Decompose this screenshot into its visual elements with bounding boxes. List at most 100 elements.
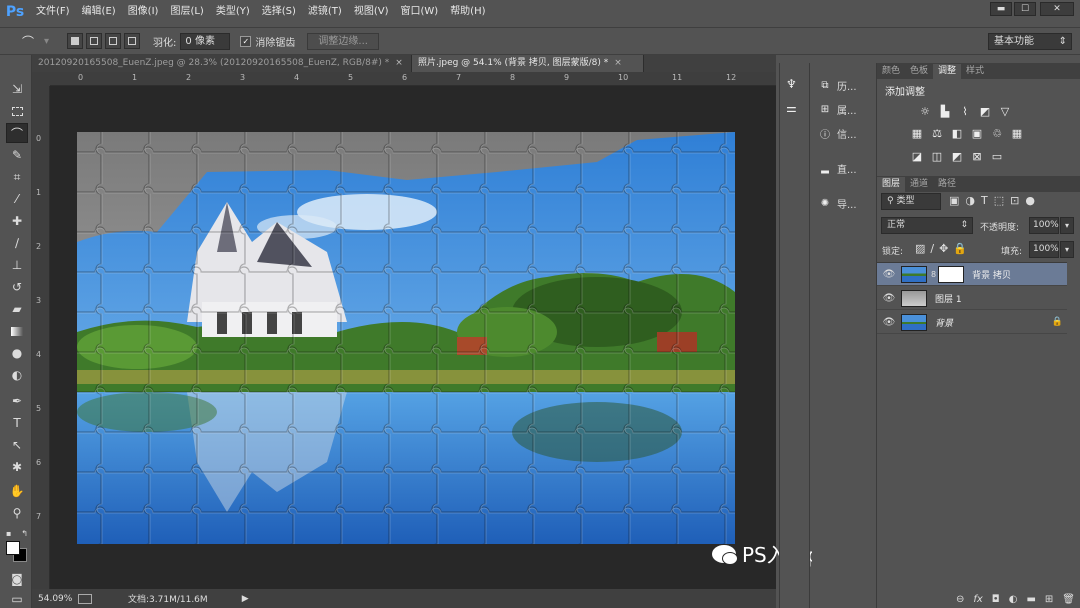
tab-channels[interactable]: 通道 bbox=[905, 177, 933, 192]
panel-history[interactable]: ⧉ 历... bbox=[818, 75, 856, 95]
brush-tool-icon[interactable]: ∕ bbox=[6, 233, 28, 253]
intersect-selection-button[interactable] bbox=[124, 33, 141, 49]
menu-view[interactable]: 视图(V) bbox=[348, 0, 395, 24]
channel-mixer-icon[interactable]: ♲ bbox=[987, 127, 1007, 143]
pen-tool-icon[interactable]: ✒ bbox=[6, 391, 28, 411]
preset-chevron-icon[interactable]: ▾ bbox=[44, 36, 49, 47]
document-canvas[interactable]: PS入门photoshop教程 bbox=[50, 86, 952, 589]
quick-mask-icon[interactable]: ◙ bbox=[6, 569, 28, 589]
black-white-icon[interactable]: ◧ bbox=[947, 127, 967, 143]
tab-document-1[interactable]: 20120920165508_EuenZ.jpeg @ 28.3% (20120… bbox=[32, 55, 412, 72]
lock-transparent-icon[interactable]: ▨ bbox=[915, 242, 930, 255]
eye-icon[interactable]: 👁 bbox=[877, 293, 901, 304]
healing-tool-icon[interactable]: ✚ bbox=[6, 211, 28, 231]
close-window-button[interactable]: ✕ bbox=[1040, 2, 1074, 16]
brush-settings-icon[interactable]: ⚌ bbox=[786, 101, 797, 115]
threshold-icon[interactable]: ◩ bbox=[947, 150, 967, 166]
posterize-icon[interactable]: ◫ bbox=[927, 150, 947, 166]
panel-histogram[interactable]: ▂ 直... bbox=[818, 158, 856, 178]
smart-filter-icon[interactable]: ⊡ bbox=[1010, 194, 1025, 207]
eye-icon[interactable]: 👁 bbox=[877, 317, 901, 328]
tab-paths[interactable]: 路径 bbox=[933, 177, 961, 192]
refine-edge-button[interactable]: 调整边缘... bbox=[307, 32, 379, 50]
filter-toggle-icon[interactable]: ● bbox=[1025, 194, 1041, 207]
history-brush-tool-icon[interactable]: ↺ bbox=[6, 277, 28, 297]
lock-image-icon[interactable]: ∕ bbox=[930, 242, 939, 255]
fill-slider-icon[interactable]: ▾ bbox=[1060, 241, 1074, 258]
menu-filter[interactable]: 滤镜(T) bbox=[302, 0, 348, 24]
status-icon[interactable] bbox=[78, 593, 92, 604]
move-tool-icon[interactable]: ⇲ bbox=[6, 79, 28, 99]
zoom-tool-icon[interactable]: ⚲ bbox=[6, 503, 28, 523]
tab-document-2[interactable]: 照片.jpeg @ 54.1% (背景 拷贝, 图层蒙版/8) * × bbox=[412, 55, 644, 72]
lock-position-icon[interactable]: ✥ bbox=[939, 242, 953, 255]
new-group-icon[interactable]: ▬ bbox=[1026, 594, 1035, 605]
tab-layers[interactable]: 图层 bbox=[877, 177, 906, 192]
exposure-icon[interactable]: ◩ bbox=[975, 105, 995, 121]
pixel-filter-icon[interactable]: ▣ bbox=[949, 194, 965, 207]
menu-select[interactable]: 选择(S) bbox=[256, 0, 302, 24]
curves-icon[interactable]: ⌇ bbox=[955, 105, 975, 121]
lasso-tool-icon[interactable]: ⌒ bbox=[6, 123, 28, 143]
feather-input[interactable]: 0 像素 bbox=[180, 32, 231, 50]
panel-info[interactable]: ⓘ 信... bbox=[818, 123, 857, 143]
close-icon[interactable]: × bbox=[395, 58, 403, 68]
path-select-tool-icon[interactable]: ↖ bbox=[6, 435, 28, 455]
shape-filter-icon[interactable]: ⬚ bbox=[994, 194, 1010, 207]
tool-presets-icon[interactable]: ♆ bbox=[786, 77, 797, 91]
kind-filter-select[interactable]: ⚲ 类型 bbox=[881, 193, 941, 210]
menu-help[interactable]: 帮助(H) bbox=[444, 0, 491, 24]
trash-icon[interactable]: 🗑 bbox=[1062, 594, 1075, 605]
shape-tool-icon[interactable]: ✱ bbox=[6, 457, 28, 477]
new-adjustment-icon[interactable]: ◐ bbox=[1009, 594, 1018, 605]
gradient-tool-icon[interactable] bbox=[6, 321, 28, 341]
menu-layer[interactable]: 图层(L) bbox=[164, 0, 209, 24]
photo-filter-icon[interactable]: ▣ bbox=[967, 127, 987, 143]
screen-mode-icon[interactable]: ▭ bbox=[6, 589, 28, 608]
close-icon[interactable]: × bbox=[614, 58, 622, 68]
hue-saturation-icon[interactable]: ▦ bbox=[907, 127, 927, 143]
crop-tool-icon[interactable]: ⌗ bbox=[6, 167, 28, 187]
menu-file[interactable]: 文件(F) bbox=[30, 0, 76, 24]
layer-name[interactable]: 背景 bbox=[935, 316, 953, 329]
tab-swatches[interactable]: 色板 bbox=[905, 64, 933, 79]
foreground-color-swatch[interactable] bbox=[6, 541, 20, 555]
layer-mask-thumbnail[interactable] bbox=[938, 265, 965, 283]
quick-select-tool-icon[interactable]: ✎ bbox=[6, 145, 28, 165]
type-tool-icon[interactable]: T bbox=[6, 413, 28, 433]
subtract-selection-button[interactable] bbox=[105, 33, 122, 49]
opacity-input[interactable]: 100% bbox=[1029, 217, 1059, 234]
eraser-tool-icon[interactable]: ▰ bbox=[6, 299, 28, 319]
link-icon[interactable]: 8 bbox=[931, 270, 936, 279]
selective-color-icon[interactable]: ⊠ bbox=[967, 150, 987, 166]
add-mask-icon[interactable]: ◘ bbox=[992, 594, 1000, 605]
tab-adjustments[interactable]: 调整 bbox=[933, 64, 962, 79]
panel-navigator[interactable]: ✺ 导... bbox=[818, 193, 857, 213]
layer-name[interactable]: 背景 拷贝 bbox=[972, 268, 1011, 281]
fx-icon[interactable]: fx bbox=[973, 594, 982, 605]
marquee-tool-icon[interactable] bbox=[6, 101, 28, 121]
color-balance-icon[interactable]: ⚖ bbox=[927, 127, 947, 143]
new-layer-icon[interactable]: ⊞ bbox=[1045, 594, 1053, 605]
layer-row-layer-1[interactable]: 👁 图层 1 bbox=[877, 287, 1067, 310]
menu-edit[interactable]: 编辑(E) bbox=[76, 0, 122, 24]
menu-image[interactable]: 图像(I) bbox=[122, 0, 165, 24]
status-menu-arrow[interactable]: ▶ bbox=[242, 594, 249, 604]
color-lookup-icon[interactable]: ▦ bbox=[1007, 127, 1027, 143]
blend-mode-select[interactable]: 正常 ⇕ bbox=[881, 217, 973, 234]
swap-colors-icon[interactable]: ▪ ↰ bbox=[6, 523, 28, 543]
eyedropper-tool-icon[interactable]: ⁄ bbox=[6, 189, 28, 209]
panel-properties[interactable]: ⊞ 属... bbox=[818, 99, 857, 119]
new-selection-button[interactable] bbox=[67, 33, 84, 49]
lasso-tool-preset-icon[interactable]: ⌒ bbox=[22, 33, 44, 50]
puzzle-photo[interactable] bbox=[77, 132, 735, 544]
tab-color[interactable]: 颜色 bbox=[877, 64, 905, 79]
menu-type[interactable]: 类型(Y) bbox=[210, 0, 256, 24]
fill-input[interactable]: 100% bbox=[1029, 241, 1059, 258]
hand-tool-icon[interactable]: ✋ bbox=[6, 481, 28, 501]
eye-icon[interactable]: 👁 bbox=[877, 269, 901, 280]
dodge-tool-icon[interactable]: ◐ bbox=[6, 365, 28, 385]
adjustment-filter-icon[interactable]: ◑ bbox=[965, 194, 981, 207]
lock-all-icon[interactable]: 🔒 bbox=[953, 242, 972, 255]
zoom-level[interactable]: 54.09% bbox=[38, 594, 74, 604]
